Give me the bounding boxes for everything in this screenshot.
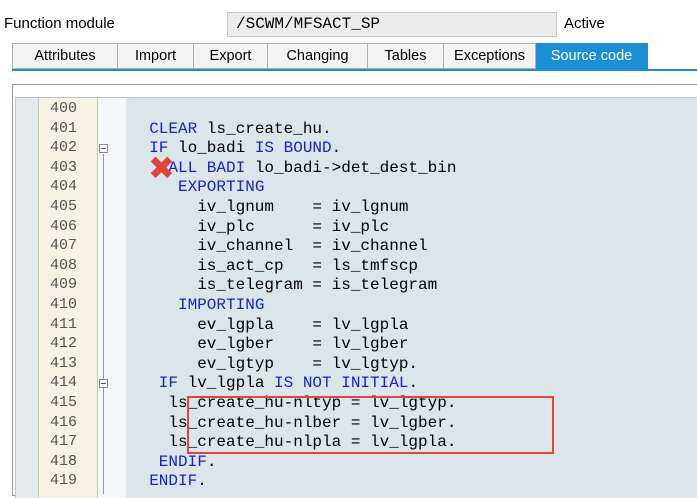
line-number: 402 — [50, 139, 78, 157]
code-text: CLEAR ls_create_hu. — [149, 120, 331, 138]
tab-attributes[interactable]: Attributes — [12, 43, 118, 69]
code-token: ev_lgber = lv_lgber — [197, 335, 409, 354]
line-number: 414 — [50, 374, 78, 392]
code-token: is_act_cp = ls_tmfscp — [197, 256, 419, 275]
tab-import[interactable]: Import — [118, 43, 194, 69]
code-text: ENDIF. — [149, 472, 207, 490]
code-token: iv_plc = iv_plc — [197, 217, 390, 236]
function-module-name-field[interactable]: /SCWM/MFSACT_SP — [227, 12, 557, 37]
line-number: 401 — [50, 119, 78, 137]
keyword: IS BOUND — [254, 139, 332, 158]
line-number: 411 — [50, 315, 78, 333]
code-line: 413 ev_lgtyp = lv_lgtyp. — [16, 355, 697, 375]
keyword: IMPORTING — [178, 296, 265, 314]
code-line: 418 ENDIF. — [16, 453, 697, 473]
collapse-square-icon[interactable] — [99, 144, 108, 153]
line-number: 400 — [50, 100, 78, 117]
keyword: CLEAR — [149, 119, 198, 138]
code-line: 403 CALL BADI lo_badi->det_dest_bin — [16, 159, 697, 179]
line-number: 412 — [50, 335, 78, 353]
red-x-icon: ✖ — [148, 149, 175, 187]
code-token: ev_lgtyp = lv_lgtyp. — [197, 354, 419, 373]
code-token: . — [331, 139, 342, 158]
code-token: iv_channel = iv_channel — [197, 237, 428, 256]
line-number: 419 — [50, 472, 78, 490]
tab-underline — [12, 69, 697, 71]
tab-export[interactable]: Export — [194, 43, 268, 69]
line-number: 408 — [50, 256, 78, 274]
code-line: 411 ev_lgpla = lv_lgpla — [16, 316, 697, 336]
code-text: IF lo_badi IS BOUND. — [149, 139, 341, 157]
code-text: ev_lgpla = lv_lgpla — [197, 316, 408, 334]
status-text: Active — [564, 15, 605, 32]
code-token: . — [206, 452, 217, 471]
keyword: ENDIF — [149, 472, 198, 491]
code-token: lo_badi — [168, 139, 255, 158]
code-line: 405 iv_lgnum = iv_lgnum — [16, 198, 697, 218]
keyword: IF — [158, 374, 178, 393]
line-number: 406 — [50, 217, 78, 235]
code-line: 419 ENDIF. — [16, 472, 697, 492]
code-line: 402 IF lo_badi IS BOUND. — [16, 139, 697, 159]
fold-guide-line — [103, 154, 104, 494]
collapse-square-icon[interactable] — [99, 379, 108, 388]
line-number: 418 — [50, 452, 78, 470]
code-text: ev_lgber = lv_lgber — [197, 335, 408, 353]
code-text: iv_plc = iv_plc — [197, 218, 389, 236]
line-number: 409 — [50, 276, 78, 294]
line-number: 405 — [50, 198, 78, 215]
code-line: 400 — [16, 100, 697, 120]
code-text: CALL BADI lo_badi->det_dest_bin — [159, 159, 457, 177]
line-number: 413 — [50, 354, 78, 372]
code-text: IMPORTING — [178, 296, 264, 314]
code-text: is_telegram = is_telegram — [197, 276, 437, 294]
code-line: 412 ev_lgber = lv_lgber — [16, 335, 697, 355]
code-text: is_act_cp = ls_tmfscp — [197, 257, 418, 275]
tab-exceptions[interactable]: Exceptions — [444, 43, 536, 69]
line-number: 417 — [50, 433, 78, 451]
line-number: 415 — [50, 394, 78, 411]
code-token: ls_create_hu. — [197, 119, 332, 138]
tab-changing[interactable]: Changing — [268, 43, 368, 69]
code-token: lo_badi->det_dest_bin — [245, 158, 457, 177]
line-number: 416 — [50, 413, 78, 431]
line-number: 410 — [50, 296, 78, 313]
tab-source-code[interactable]: Source code — [536, 43, 648, 69]
code-line: 406 iv_plc = iv_plc — [16, 218, 697, 238]
code-line: 409 is_telegram = is_telegram — [16, 276, 697, 296]
code-text: EXPORTING — [178, 178, 264, 196]
code-token: . — [197, 472, 207, 491]
code-token: lv_lgpla — [178, 374, 275, 393]
code-token: ev_lgpla = lv_lgpla — [197, 315, 409, 334]
keyword: EXPORTING — [178, 178, 265, 197]
tab-tables[interactable]: Tables — [368, 43, 444, 69]
code-token: iv_lgnum = iv_lgnum — [197, 198, 409, 216]
highlight-box — [187, 396, 554, 454]
code-line: 404 EXPORTING — [16, 178, 697, 198]
code-text: iv_channel = iv_channel — [197, 237, 427, 255]
code-text: ENDIF. — [159, 453, 217, 471]
code-line: 401 CLEAR ls_create_hu. — [16, 120, 697, 140]
keyword: IS NOT INITIAL — [274, 374, 409, 393]
tab-strip: Attributes Import Export Changing Tables… — [12, 43, 648, 69]
line-number: 403 — [50, 158, 78, 176]
code-line: 410 IMPORTING — [16, 296, 697, 316]
keyword: ENDIF — [158, 452, 207, 471]
code-line: 407 iv_channel = iv_channel — [16, 237, 697, 257]
line-number: 404 — [50, 178, 78, 196]
code-text: iv_lgnum = iv_lgnum — [197, 198, 408, 216]
function-module-label: Function module — [4, 15, 115, 32]
code-text: ev_lgtyp = lv_lgtyp. — [197, 355, 418, 373]
code-text: IF lv_lgpla IS NOT INITIAL. — [159, 374, 418, 392]
line-number: 407 — [50, 237, 78, 255]
code-line: 414 IF lv_lgpla IS NOT INITIAL. — [16, 374, 697, 394]
code-token: is_telegram = is_telegram — [197, 276, 438, 295]
code-line: 408 is_act_cp = ls_tmfscp — [16, 257, 697, 277]
code-token: . — [408, 374, 419, 393]
